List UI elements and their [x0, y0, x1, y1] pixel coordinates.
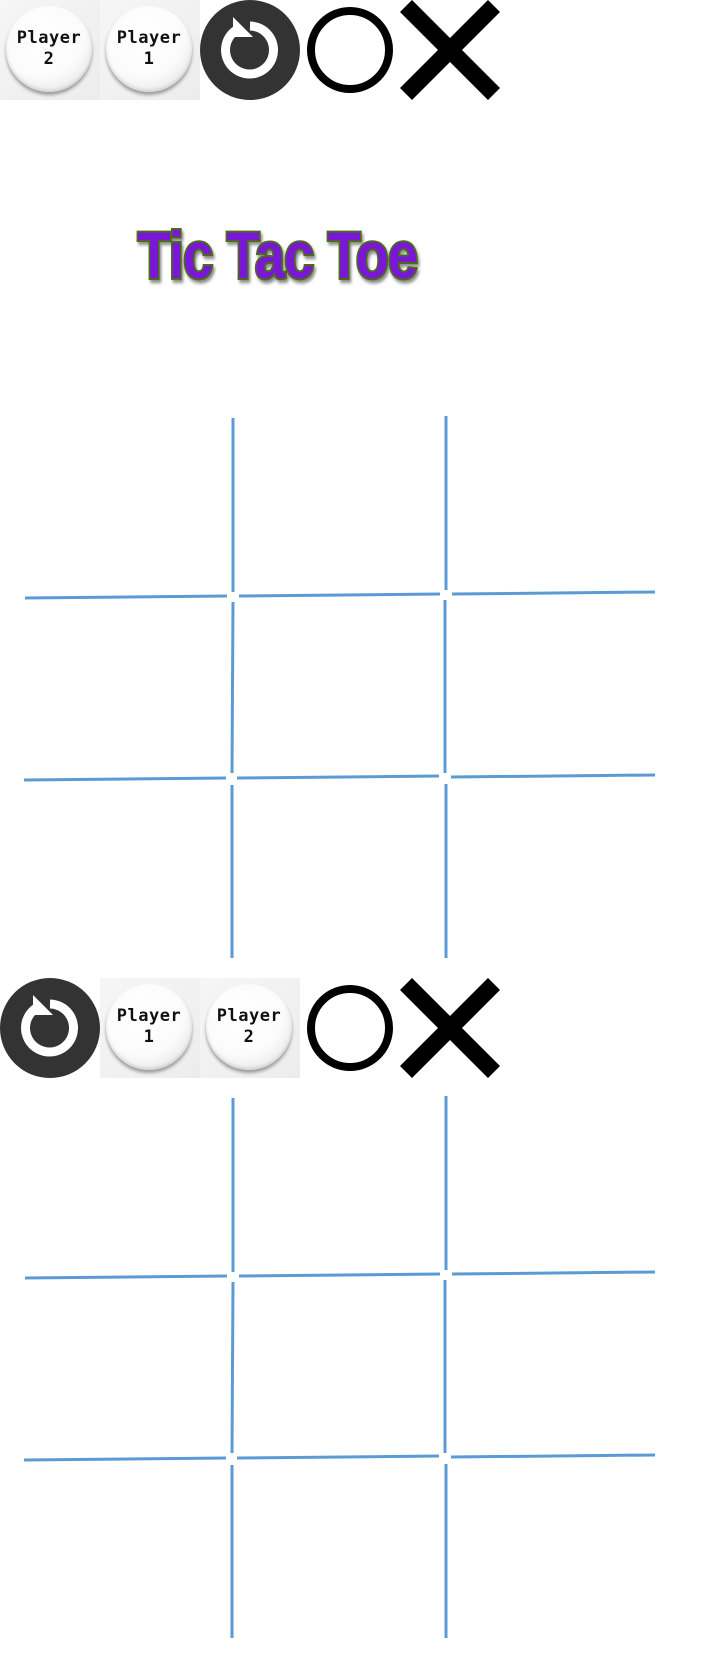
restart-button[interactable] [200, 0, 300, 100]
grid-line [451, 1270, 656, 1276]
o-mark-icon [307, 985, 393, 1071]
player-1-button[interactable]: Player 1 [106, 6, 192, 92]
player-1-button[interactable]: Player 1 [106, 984, 192, 1070]
player-button-number: 1 [143, 1027, 155, 1047]
bottom-toolbar: Player 1 Player 2 [0, 977, 501, 1079]
player-2-tile: Player 2 [0, 0, 100, 100]
grid-line [236, 1454, 440, 1460]
player-1-tile: Player 1 [100, 978, 200, 1078]
o-mark-button[interactable] [300, 978, 400, 1078]
board-1[interactable] [0, 410, 660, 960]
game-title: Tic Tac Toe [136, 208, 436, 298]
player-button-label: Player [16, 28, 82, 48]
restart-button[interactable] [0, 978, 100, 1078]
player-button-number: 2 [243, 1027, 255, 1047]
grid-line [24, 594, 228, 600]
player-button-number: 1 [143, 49, 155, 69]
o-mark-button[interactable] [300, 0, 400, 100]
player-button-number: 2 [43, 49, 55, 69]
player-button-label: Player [216, 1006, 282, 1026]
grid-line [230, 601, 235, 774]
grid-line [450, 1453, 656, 1459]
grid-line [23, 1456, 227, 1462]
player-2-button[interactable]: Player 2 [6, 6, 92, 92]
grid-line [24, 1274, 228, 1280]
grid-line [236, 774, 440, 780]
player-button-label: Player [116, 1006, 182, 1026]
grid-line [450, 773, 656, 779]
x-mark-button[interactable] [399, 0, 501, 101]
x-mark-icon [399, 0, 501, 101]
grid-line [238, 1272, 441, 1278]
x-mark-icon [399, 977, 501, 1079]
restart-icon [200, 0, 300, 100]
player-button-label: Player [116, 28, 182, 48]
restart-icon [0, 978, 100, 1078]
grid-line [23, 776, 227, 782]
board-2[interactable] [0, 1090, 660, 1640]
grid-line [238, 592, 441, 598]
grid-line [230, 1281, 235, 1454]
grid-line [451, 590, 656, 596]
game-title-text: Tic Tac Toe [138, 218, 418, 292]
player-1-tile: Player 1 [100, 0, 200, 100]
player-2-button[interactable]: Player 2 [206, 984, 292, 1070]
top-toolbar: Player 2 Player 1 [0, 0, 501, 101]
x-mark-button[interactable] [399, 977, 501, 1079]
o-mark-icon [307, 7, 393, 93]
player-2-tile: Player 2 [200, 978, 300, 1078]
